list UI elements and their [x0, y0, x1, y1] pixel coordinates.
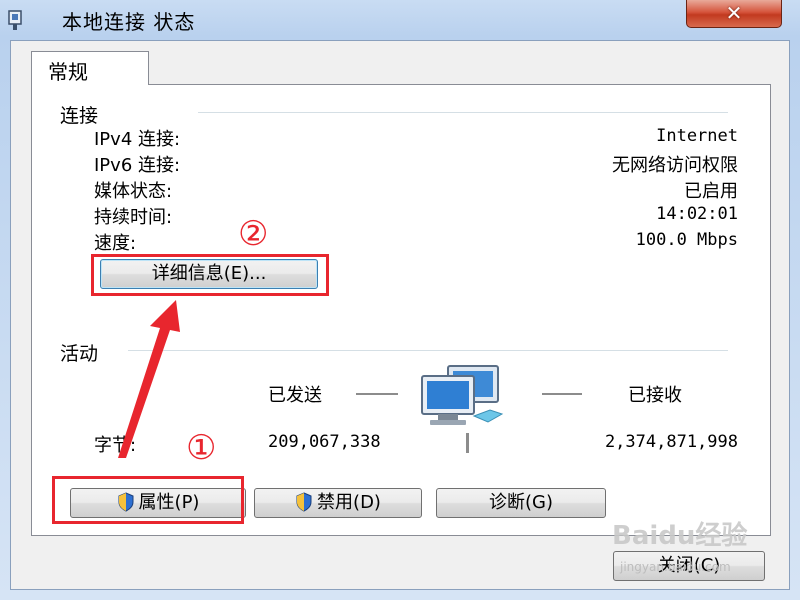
highlight-details-button — [91, 254, 329, 296]
highlight-properties-button — [52, 476, 244, 524]
step-1-marker: ① — [186, 428, 217, 468]
watermark-logo: Baidu经验 — [612, 521, 748, 551]
step-2-marker: ② — [238, 214, 269, 254]
watermark-url: jingyan.baidu.com — [620, 560, 731, 574]
tab-general[interactable]: 常规 — [31, 51, 149, 85]
tab-general-label: 常规 — [48, 60, 88, 84]
